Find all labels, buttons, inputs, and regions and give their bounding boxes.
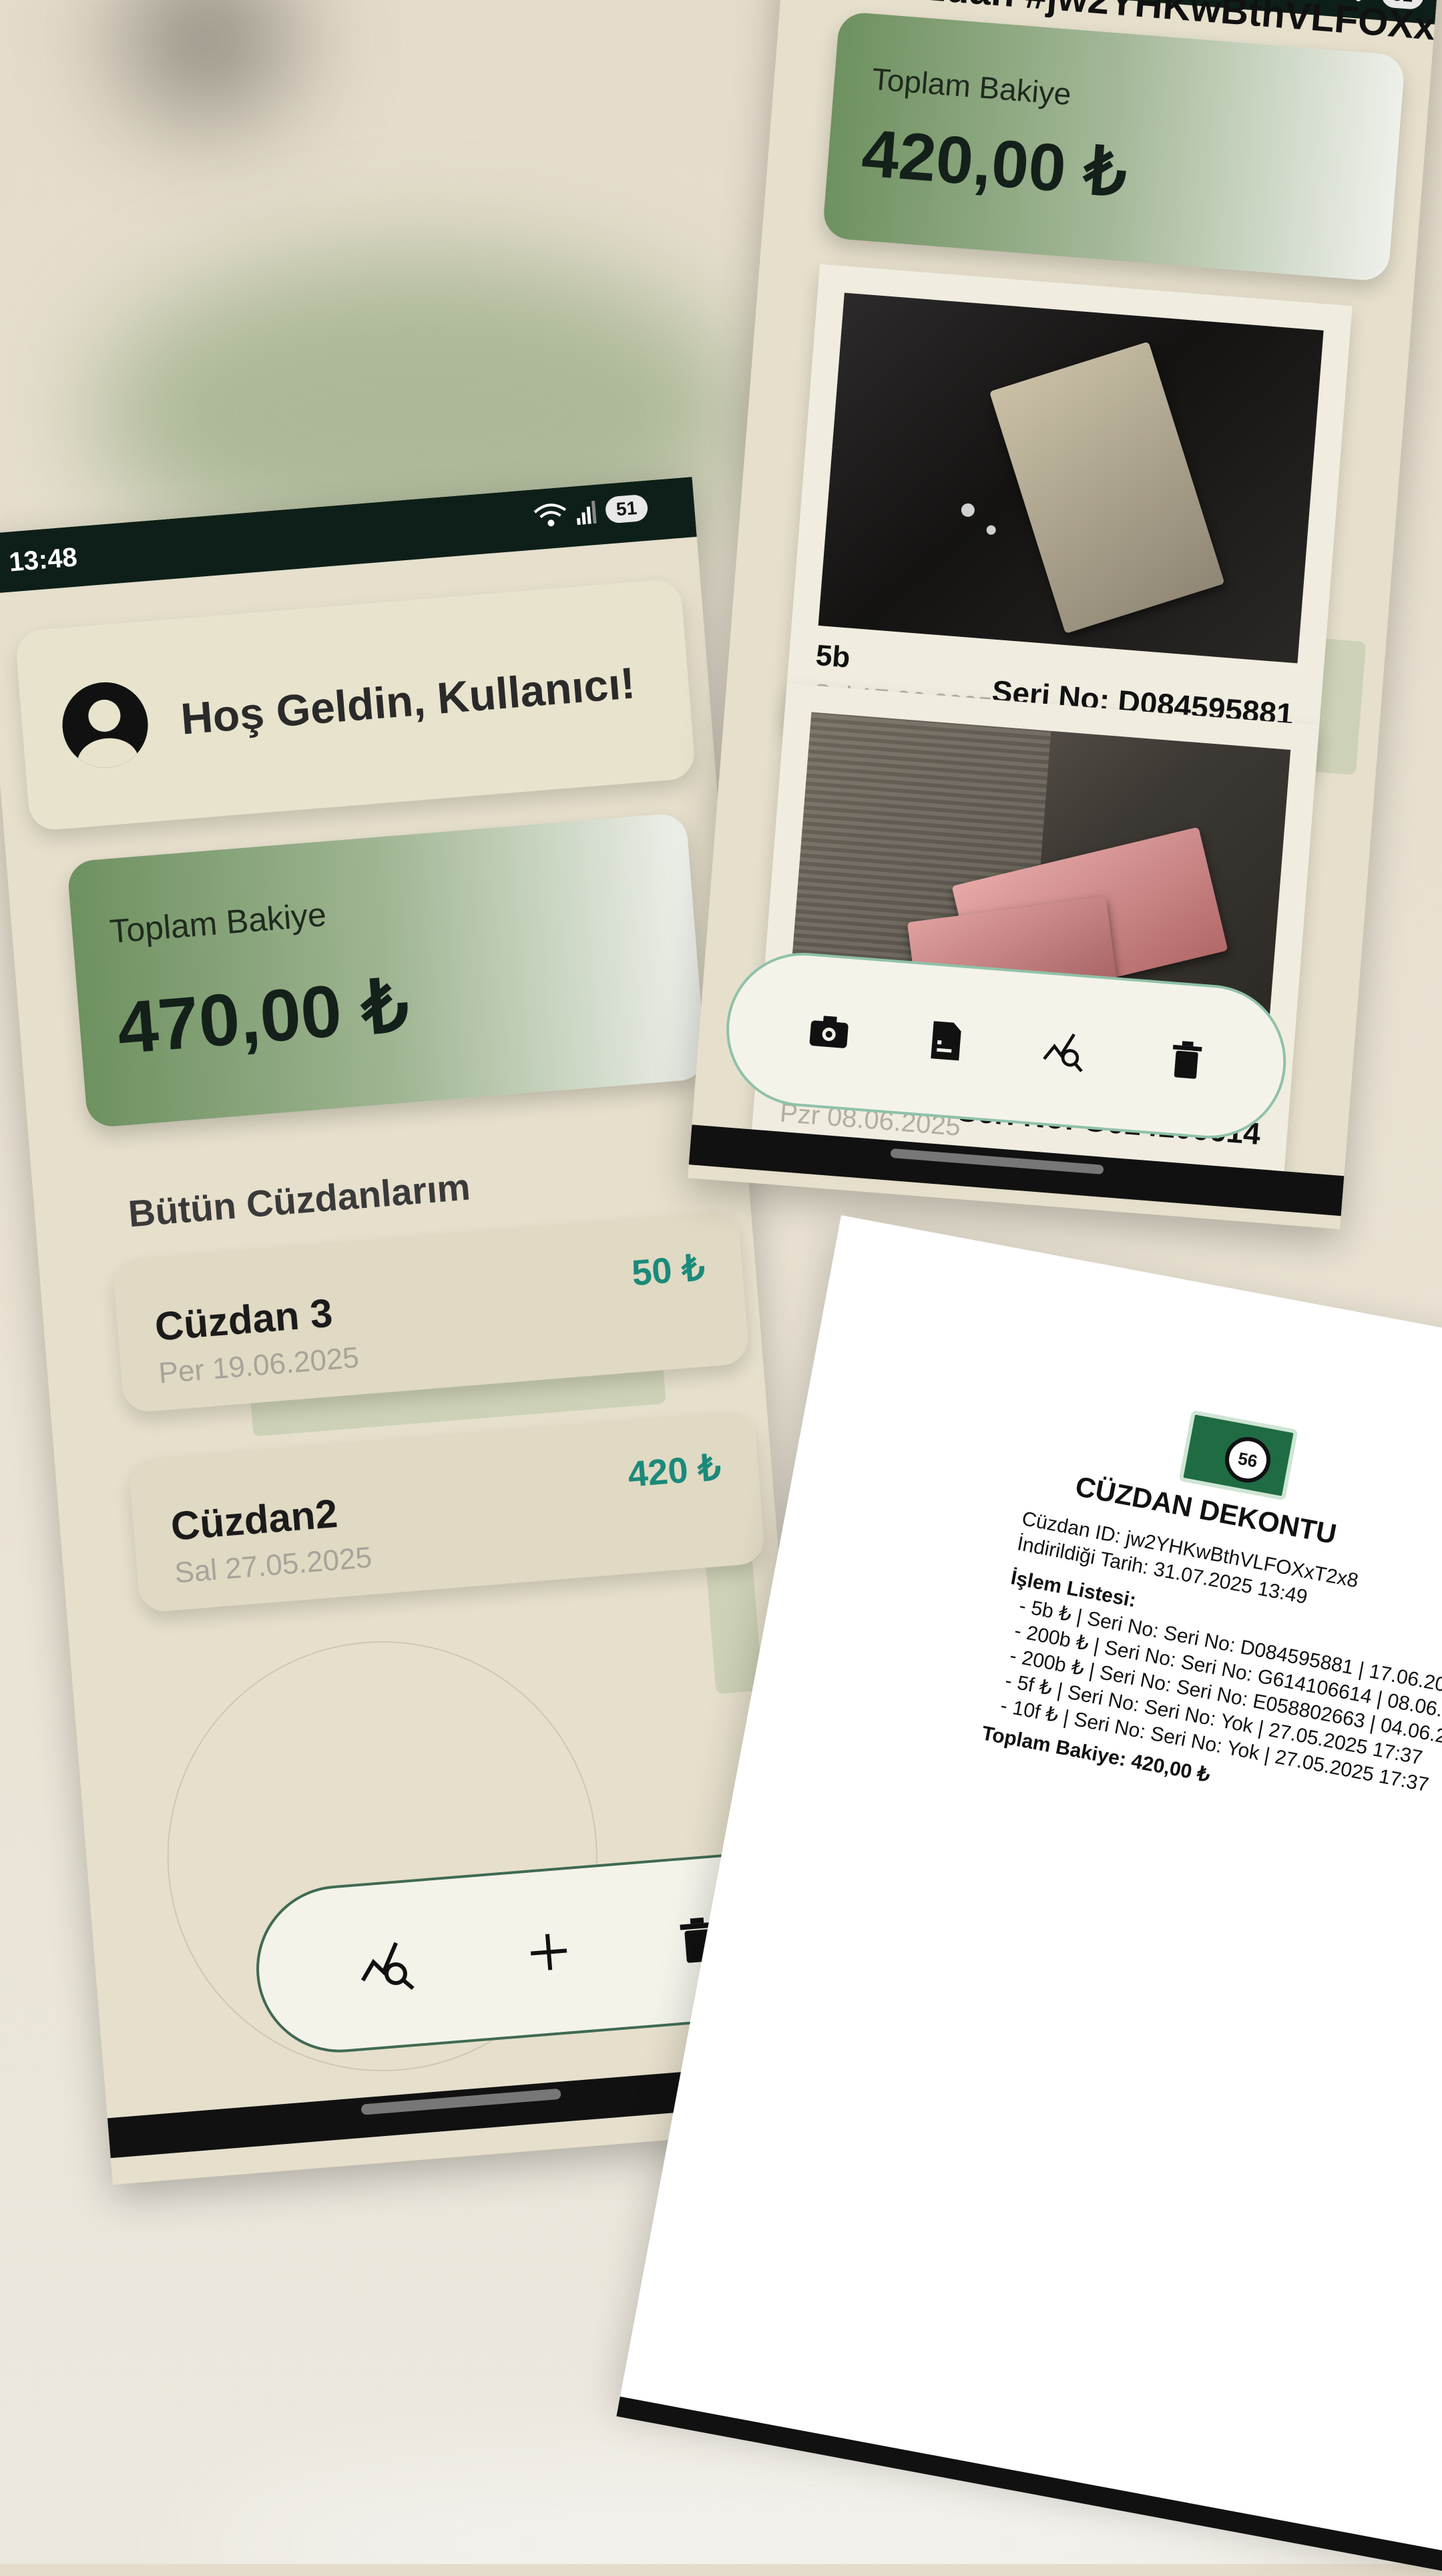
wallet-date: Per 19.06.2025 bbox=[157, 1341, 360, 1390]
battery-indicator: 51 bbox=[604, 493, 649, 524]
avatar[interactable] bbox=[59, 678, 152, 771]
status-icons: 51 bbox=[533, 493, 649, 530]
wallet-amount: 50 ₺ bbox=[630, 1247, 706, 1294]
total-balance-card: Toplam Bakiye 420,00 ₺ bbox=[822, 11, 1406, 282]
decorative-bar bbox=[705, 1557, 763, 1695]
balance-label: Toplam Bakiye bbox=[871, 61, 1073, 112]
status-time: 13:48 bbox=[7, 542, 79, 578]
camera-icon[interactable] bbox=[808, 1014, 851, 1050]
wallet-name: Cüzdan 3 bbox=[153, 1290, 334, 1349]
trash-icon[interactable] bbox=[1168, 1038, 1205, 1081]
wallet-date: Sal 27.05.2025 bbox=[173, 1540, 373, 1590]
welcome-card: Hoş Geldin, Kullanıcı! bbox=[14, 578, 696, 832]
wallet-amount: 420 ₺ bbox=[626, 1447, 723, 1495]
balance-amount: 420,00 ₺ bbox=[859, 116, 1130, 211]
add-icon[interactable] bbox=[523, 1927, 573, 1977]
balance-label: Toplam Bakiye bbox=[108, 895, 328, 951]
banknote-denomination: 5b bbox=[814, 638, 852, 674]
home-screen: 13:48 51 Hoş Geldin, Kullanıcı! Toplam B… bbox=[0, 477, 825, 2185]
balance-amount: 470,00 ₺ bbox=[114, 964, 412, 1070]
banknote-image bbox=[989, 341, 1225, 634]
banknote-photo bbox=[818, 292, 1324, 664]
wallet-card[interactable]: Cüzdan2 Sal 27.05.2025 420 ₺ bbox=[128, 1410, 766, 1613]
signal-icon bbox=[576, 500, 597, 525]
analytics-search-icon[interactable] bbox=[1041, 1028, 1092, 1072]
home-indicator[interactable] bbox=[360, 2088, 561, 2115]
money-search-logo-icon: 56 bbox=[1178, 1410, 1298, 1501]
wifi-icon bbox=[533, 503, 566, 527]
wallet-name: Cüzdan2 bbox=[169, 1490, 340, 1549]
wallet-detail-screen: 51 Cüzdan #jw2YHKwBthVLFOXxT2 Toplam Bak… bbox=[688, 0, 1440, 1230]
background-blur-dark bbox=[120, 0, 294, 120]
welcome-text: Hoş Geldin, Kullanıcı! bbox=[179, 658, 638, 744]
document-icon[interactable] bbox=[928, 1020, 965, 1062]
logo-badge: 56 bbox=[1221, 1433, 1274, 1486]
total-balance-card: Toplam Bakiye 470,00 ₺ bbox=[66, 812, 707, 1128]
section-title: Bütün Cüzdanlarım bbox=[126, 1165, 472, 1235]
analytics-search-icon[interactable] bbox=[357, 1936, 421, 1994]
